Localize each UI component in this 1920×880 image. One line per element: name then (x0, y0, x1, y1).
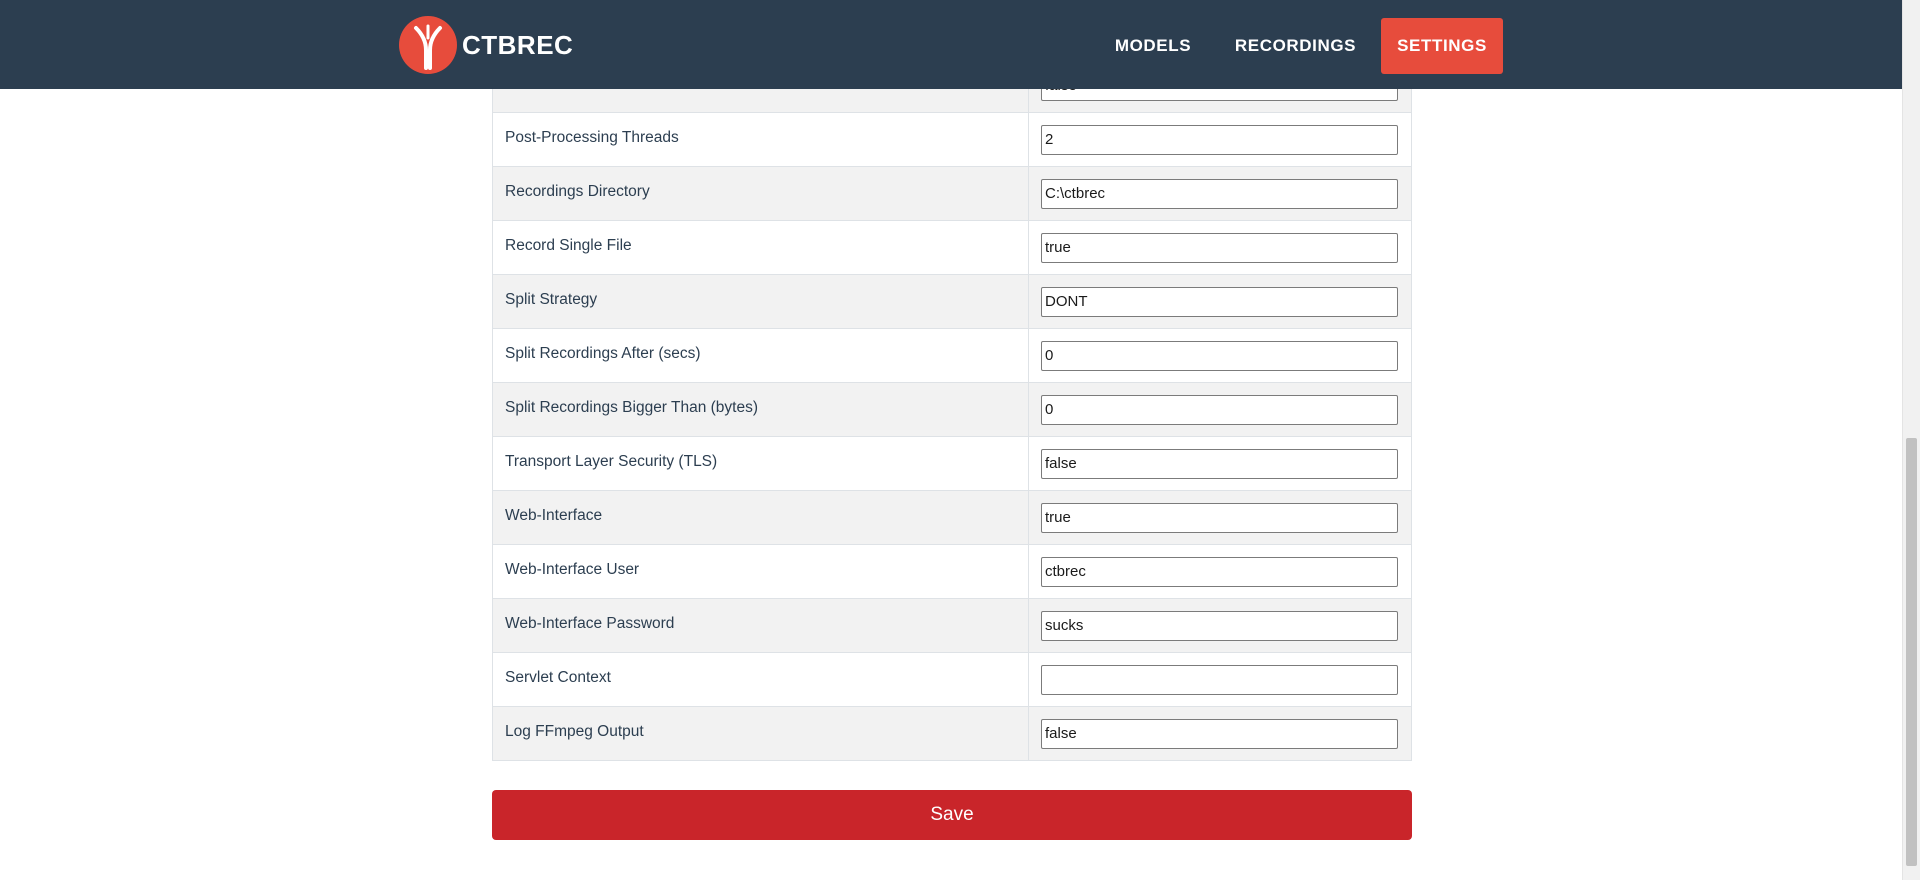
setting-label: Servlet Context (505, 669, 611, 686)
ctbrec-logo-icon (399, 16, 457, 74)
brand-name: CTBREC (462, 29, 574, 60)
nav-models[interactable]: MODELS (1099, 18, 1207, 74)
setting-label-cell: Web-Interface (491, 490, 1030, 545)
setting-input[interactable] (1041, 340, 1399, 371)
setting-label: Split Recordings Bigger Than (bytes) (505, 399, 759, 416)
setting-input[interactable] (1041, 502, 1399, 533)
setting-label: Post-Processing Threads (505, 129, 679, 146)
setting-input[interactable] (1041, 718, 1399, 749)
settings-row: Log FFmpeg Output (491, 706, 1412, 761)
setting-input[interactable] (1041, 394, 1399, 425)
setting-input[interactable] (1041, 286, 1399, 317)
setting-input[interactable] (1041, 610, 1399, 641)
top-navbar: CTBREC MODELS RECORDINGS SETTINGS (0, 0, 1902, 89)
setting-input[interactable] (1041, 556, 1399, 587)
setting-value-cell (1028, 652, 1412, 707)
setting-label-cell: Web-Interface Password (491, 598, 1030, 653)
setting-label: Split Recordings After (secs) (505, 345, 701, 362)
setting-value-cell (1028, 328, 1412, 383)
setting-label: Web-Interface User (505, 561, 640, 578)
setting-label-cell: Split Recordings Bigger Than (bytes) (491, 382, 1030, 437)
settings-row: Recordings Directory (491, 166, 1412, 221)
setting-input[interactable] (1041, 664, 1399, 695)
setting-label: Web-Interface Password (505, 615, 675, 632)
settings-row: Post-Processing Threads (491, 112, 1412, 167)
setting-label-cell: Log FFmpeg Output (491, 706, 1030, 761)
setting-label: Transport Layer Security (TLS) (505, 453, 718, 470)
setting-label: Log FFmpeg Output (505, 723, 644, 740)
settings-row: Web-Interface Password (491, 598, 1412, 653)
setting-value-cell (1028, 274, 1412, 329)
settings-row: Web-Interface (491, 490, 1412, 545)
settings-row: Web-Interface User (491, 544, 1412, 599)
setting-label-cell: Record Single File (491, 220, 1030, 275)
setting-value-cell (1028, 166, 1412, 221)
settings-row: Record Single File (491, 220, 1412, 275)
setting-label: Web-Interface (505, 507, 603, 524)
scrollbar-thumb[interactable] (1906, 438, 1917, 866)
setting-value-cell (1028, 544, 1412, 599)
setting-value-cell (1028, 598, 1412, 653)
settings-row: Transport Layer Security (TLS) (491, 436, 1412, 491)
vertical-scrollbar[interactable] (1902, 0, 1920, 880)
settings-row: Servlet Context (491, 652, 1412, 707)
setting-input[interactable] (1041, 124, 1399, 155)
brand-link[interactable]: CTBREC (399, 16, 573, 74)
setting-label: Record Single File (505, 237, 632, 254)
settings-row: Split Recordings After (secs) (491, 328, 1412, 383)
setting-label-cell: Split Strategy (491, 274, 1030, 329)
setting-label: Recordings Directory (505, 183, 650, 200)
setting-input[interactable] (1041, 178, 1399, 209)
save-button[interactable]: Save (492, 790, 1412, 840)
setting-value-cell (1028, 220, 1412, 275)
setting-label-cell: Web-Interface User (491, 544, 1030, 599)
settings-table: Post-Processing Threads Recordings Direct… (491, 58, 1412, 761)
setting-input[interactable] (1041, 448, 1399, 479)
settings-row: Split Recordings Bigger Than (bytes) (491, 382, 1412, 437)
setting-value-cell (1028, 112, 1412, 167)
setting-value-cell (1028, 706, 1412, 761)
setting-label-cell: Transport Layer Security (TLS) (491, 436, 1030, 491)
setting-input[interactable] (1041, 232, 1399, 263)
setting-value-cell (1028, 490, 1412, 545)
setting-label: Split Strategy (505, 291, 598, 308)
setting-label-cell: Servlet Context (491, 652, 1030, 707)
setting-label-cell: Post-Processing Threads (491, 112, 1030, 167)
nav-recordings[interactable]: RECORDINGS (1217, 18, 1374, 74)
setting-label-cell: Split Recordings After (secs) (491, 328, 1030, 383)
setting-value-cell (1028, 436, 1412, 491)
setting-label-cell: Recordings Directory (491, 166, 1030, 221)
nav-settings[interactable]: SETTINGS (1381, 18, 1503, 74)
setting-value-cell (1028, 382, 1412, 437)
settings-row: Split Strategy (491, 274, 1412, 329)
